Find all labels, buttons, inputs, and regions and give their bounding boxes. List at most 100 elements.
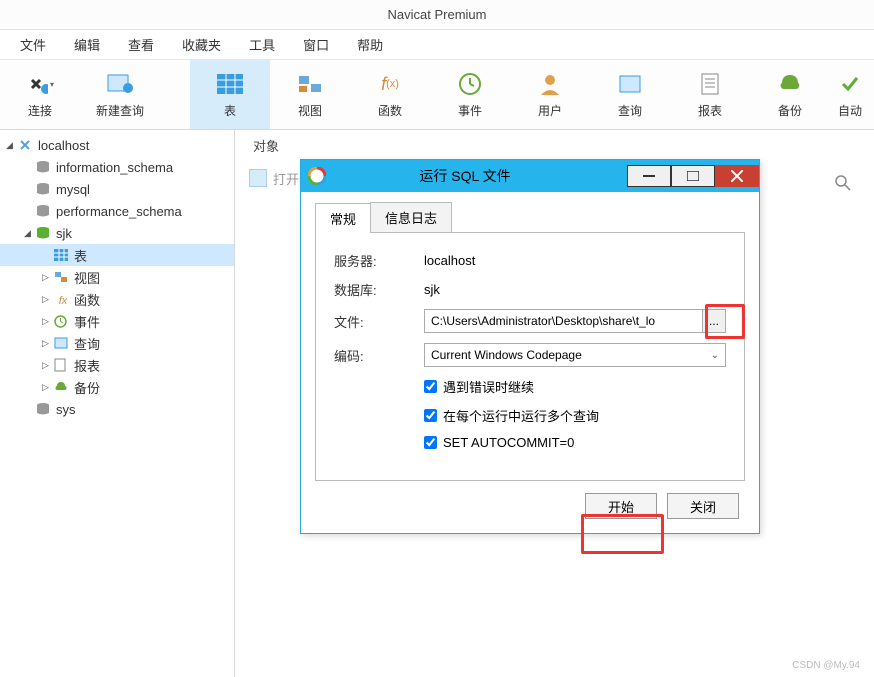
check-autocommit[interactable]: SET AUTOCOMMIT=0 (424, 435, 726, 450)
tool-auto[interactable]: 自动 (830, 60, 870, 129)
twisty-open-icon: ◢ (6, 140, 18, 151)
object-tab[interactable]: 对象 (235, 130, 874, 160)
table-icon (216, 70, 244, 98)
newquery-icon (106, 70, 134, 98)
function-icon: f(x) (376, 70, 404, 98)
toolbar: ▾ 连接 新建查询 表 视图 f(x) 函数 事件 用户 查询 报表 备份 自动 (0, 60, 874, 130)
twisty-closed-icon: ▷ (42, 360, 54, 371)
database-icon (36, 204, 54, 218)
tool-backup[interactable]: 备份 (750, 60, 830, 129)
app-title: Navicat Premium (388, 7, 487, 22)
user-icon (536, 70, 564, 98)
server-value: localhost (424, 253, 726, 268)
twisty-closed-icon: ▷ (42, 316, 54, 327)
grid-icon (249, 169, 267, 187)
tool-new-query[interactable]: 新建查询 (80, 60, 160, 129)
watermark: CSDN @My.94 (792, 660, 860, 671)
database-icon (36, 226, 54, 240)
chevron-down-icon: ⌄ (711, 350, 719, 361)
tab-general[interactable]: 常规 (315, 203, 371, 233)
app-icon (301, 167, 333, 185)
database-icon (36, 402, 54, 416)
tree-tables[interactable]: 表 (0, 244, 234, 266)
menu-window[interactable]: 窗口 (289, 31, 343, 58)
menu-edit[interactable]: 编辑 (60, 31, 114, 58)
checkbox[interactable] (424, 436, 437, 449)
table-icon (54, 249, 72, 261)
tree-db[interactable]: mysql (0, 178, 234, 200)
tree-db[interactable]: sys (0, 398, 234, 420)
database-icon (36, 160, 54, 174)
server-label: 服务器: (334, 251, 424, 270)
check-multi-query[interactable]: 在每个运行中运行多个查询 (424, 406, 726, 425)
close-button[interactable] (715, 165, 759, 187)
database-value: sjk (424, 282, 726, 297)
encoding-label: 编码: (334, 346, 424, 365)
tool-connection[interactable]: ▾ 连接 (0, 60, 80, 129)
backup-icon (776, 70, 804, 98)
tool-event[interactable]: 事件 (430, 60, 510, 129)
tree-db[interactable]: performance_schema (0, 200, 234, 222)
database-label: 数据库: (334, 280, 424, 299)
twisty-closed-icon: ▷ (42, 272, 54, 283)
twisty-closed-icon: ▷ (42, 294, 54, 305)
dialog-title: 运行 SQL 文件 (333, 166, 627, 186)
encoding-select[interactable]: Current Windows Codepage ⌄ (424, 343, 726, 367)
close-dialog-button[interactable]: 关闭 (667, 493, 739, 519)
run-sql-dialog: 运行 SQL 文件 常规 信息日志 服务器: localhost 数据库: sj… (300, 159, 760, 534)
menu-file[interactable]: 文件 (6, 31, 60, 58)
checkbox[interactable] (424, 380, 437, 393)
plug-icon: ▾ (26, 70, 54, 98)
twisty-closed-icon: ▷ (42, 382, 54, 393)
dialog-tabs: 常规 信息日志 (315, 202, 745, 233)
tool-view[interactable]: 视图 (270, 60, 350, 129)
menu-view[interactable]: 查看 (114, 31, 168, 58)
tree-backups[interactable]: ▷备份 (0, 376, 234, 398)
menu-help[interactable]: 帮助 (343, 31, 397, 58)
query-icon (616, 70, 644, 98)
tree-events[interactable]: ▷事件 (0, 310, 234, 332)
dialog-titlebar[interactable]: 运行 SQL 文件 (301, 160, 759, 192)
connection-tree: ◢ localhost information_schema mysql per… (0, 130, 235, 677)
report-icon (696, 70, 724, 98)
view-icon (296, 70, 324, 98)
tool-report[interactable]: 报表 (670, 60, 750, 129)
function-icon: fx (54, 292, 72, 307)
report-icon (54, 358, 72, 372)
tree-reports[interactable]: ▷报表 (0, 354, 234, 376)
start-button[interactable]: 开始 (585, 493, 657, 519)
tab-log[interactable]: 信息日志 (370, 202, 452, 232)
file-input[interactable] (424, 309, 703, 333)
tree-connection[interactable]: ◢ localhost (0, 134, 234, 156)
tree-views[interactable]: ▷视图 (0, 266, 234, 288)
check-icon (836, 70, 864, 98)
connection-icon (18, 138, 36, 152)
backup-icon (54, 381, 72, 393)
twisty-closed-icon: ▷ (42, 338, 54, 349)
dialog-panel: 服务器: localhost 数据库: sjk 文件: ... 编码: Curr… (315, 233, 745, 481)
twisty-open-icon: ◢ (24, 228, 36, 239)
maximize-button[interactable] (671, 165, 715, 187)
menu-favorites[interactable]: 收藏夹 (168, 31, 235, 58)
tool-query[interactable]: 查询 (590, 60, 670, 129)
checkbox[interactable] (424, 409, 437, 422)
search-icon[interactable] (834, 174, 852, 192)
database-icon (36, 182, 54, 196)
tree-db-active[interactable]: ◢sjk (0, 222, 234, 244)
tool-function[interactable]: f(x) 函数 (350, 60, 430, 129)
minimize-button[interactable] (627, 165, 671, 187)
browse-button[interactable]: ... (702, 309, 726, 333)
tool-user[interactable]: 用户 (510, 60, 590, 129)
title-bar: Navicat Premium (0, 0, 874, 30)
tree-queries[interactable]: ▷查询 (0, 332, 234, 354)
tree-functions[interactable]: ▷fx函数 (0, 288, 234, 310)
tree-db[interactable]: information_schema (0, 156, 234, 178)
tool-table[interactable]: 表 (190, 60, 270, 129)
file-label: 文件: (334, 312, 424, 331)
check-continue-error[interactable]: 遇到错误时继续 (424, 377, 726, 396)
clock-icon (456, 70, 484, 98)
clock-icon (54, 315, 72, 328)
menu-tools[interactable]: 工具 (235, 31, 289, 58)
query-icon (54, 337, 72, 349)
view-icon (54, 271, 72, 283)
